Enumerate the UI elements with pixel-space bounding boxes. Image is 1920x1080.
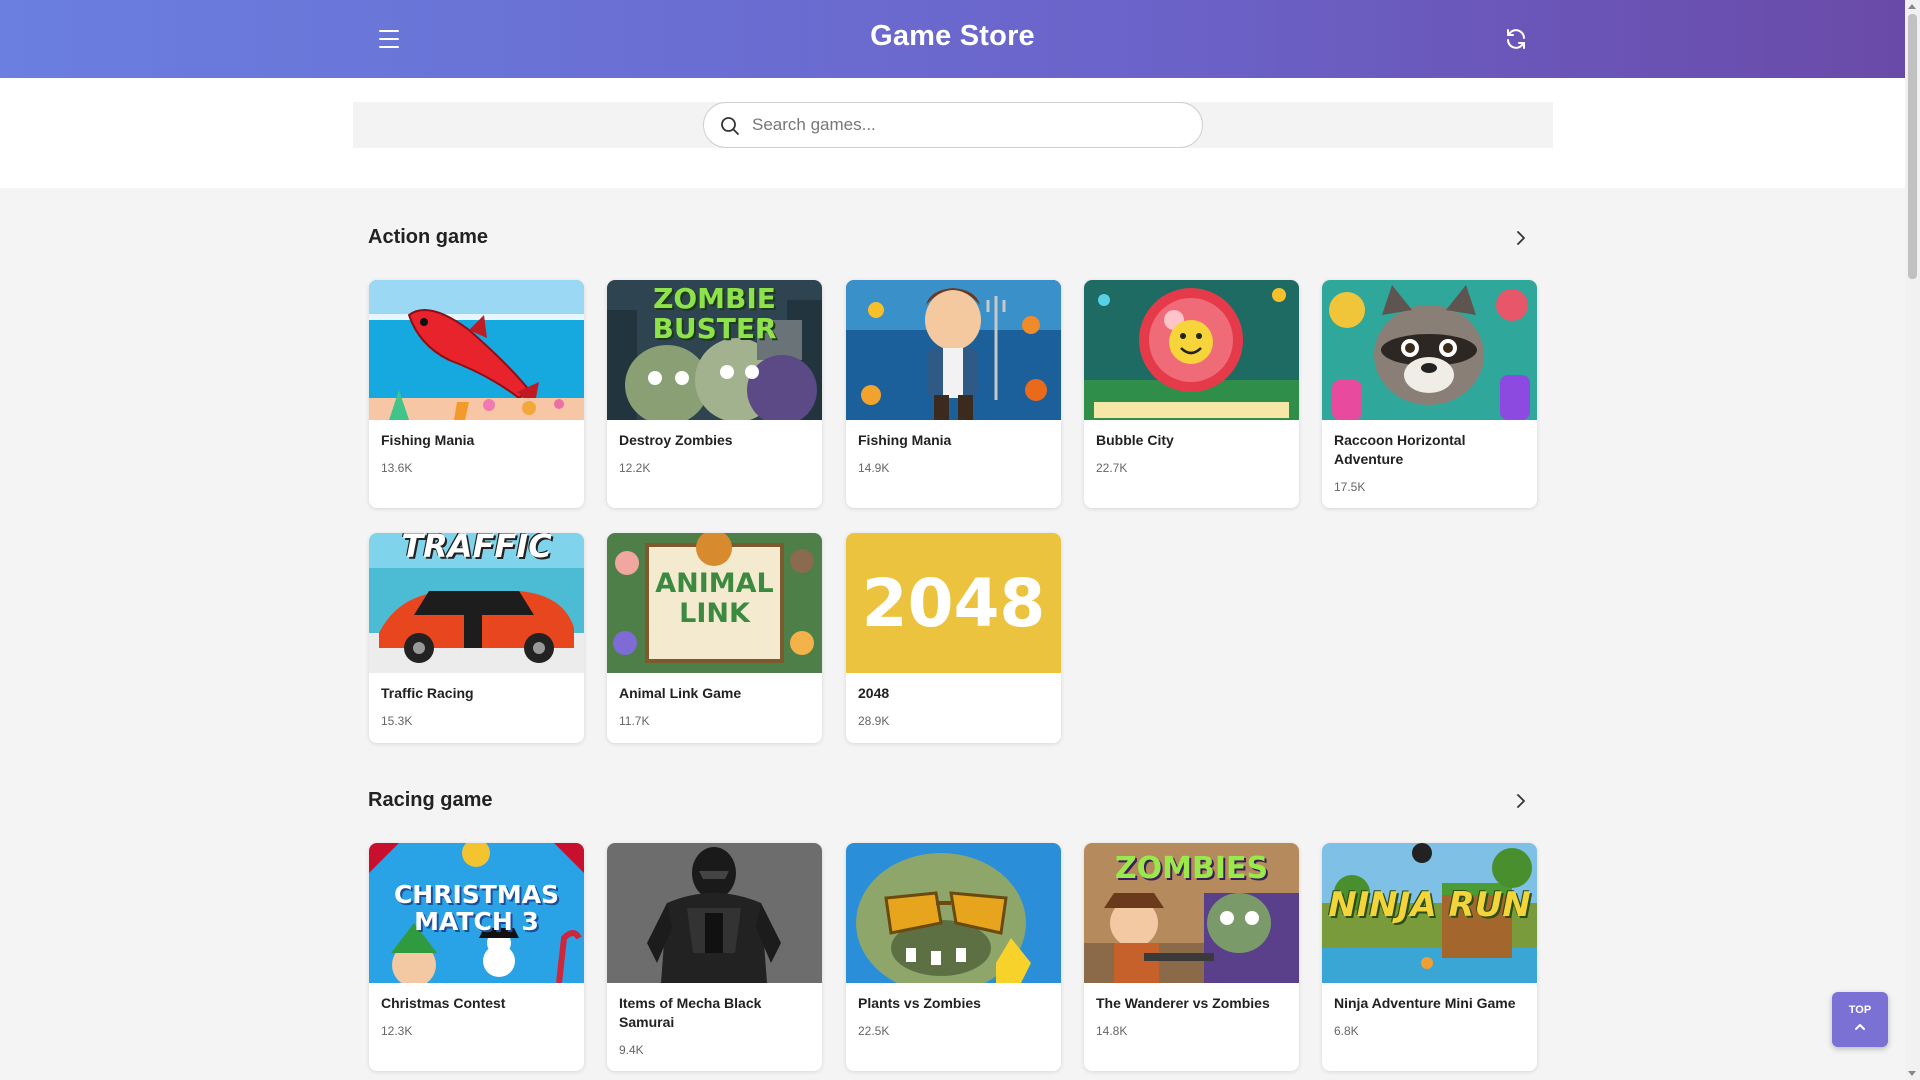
game-thumbnail: 2048 [846,533,1061,673]
search-box[interactable] [703,102,1203,148]
game-card[interactable]: Fishing Mania 13.6K [369,280,584,508]
game-plays: 13.6K [381,461,413,475]
game-name: The Wanderer vs Zombies [1096,995,1270,1011]
game-thumbnail: CHRISTMAS MATCH 3 [369,843,584,983]
game-plays: 15.3K [381,714,413,728]
game-card[interactable]: ZOMBIE BUSTER Destroy Zombies 12.2K [607,280,822,508]
game-thumbnail: NINJA RUN [1322,843,1537,983]
game-card[interactable]: Bubble City 22.7K [1084,280,1299,508]
game-thumbnail: ANIMAL LINK [607,533,822,673]
back-to-top-button[interactable]: TOP [1832,992,1888,1047]
search-section [0,78,1905,188]
thumbnail-text: 2048 [861,564,1046,642]
game-plays: 22.5K [858,1024,890,1038]
app-header: Game Store [0,0,1905,78]
chevron-up-icon [1855,1024,1865,1030]
game-card[interactable]: Fishing Mania 14.9K [846,280,1061,508]
game-name: Animal Link Game [619,685,742,701]
game-card[interactable]: NINJA RUN Ninja Adventure Mini Game 6.8K [1322,843,1537,1071]
scroll-up-arrow-icon[interactable] [1908,4,1916,9]
game-thumbnail: ZOMBIE BUSTER [607,280,822,420]
scrollbar[interactable] [1905,0,1920,1080]
game-card[interactable]: Plants vs Zombies 22.5K [846,843,1061,1071]
scroll-down-arrow-icon[interactable] [1908,1071,1916,1076]
game-plays: 22.7K [1096,461,1128,475]
game-name: Destroy Zombies [619,432,733,448]
thumbnail-text: TRAFFIC [401,533,552,565]
thumbnail-text: CHRISTMAS MATCH 3 [393,880,560,936]
game-thumbnail [1322,280,1537,420]
game-plays: 11.7K [619,714,650,728]
thumbnail-text: ZOMBIE BUSTER [652,282,777,345]
game-card[interactable]: Raccoon Horizontal Adventure 17.5K [1322,280,1537,508]
search-input[interactable] [752,103,1182,147]
game-plays: 14.8K [1096,1024,1128,1038]
game-card[interactable]: ZOMBIES The Wanderer vs Zombies 14.8K [1084,843,1299,1071]
game-name: Fishing Mania [381,432,475,448]
game-name: Items of Mecha Black Samurai [619,995,762,1030]
game-plays: 12.3K [381,1024,413,1038]
game-name: Fishing Mania [858,432,952,448]
game-thumbnail [607,843,822,983]
section-title-action: Action game [368,226,489,248]
thumbnail-text: ZOMBIES [1114,851,1269,886]
back-to-top-label: TOP [1848,1004,1872,1016]
thumbnail-text: NINJA RUN [1328,885,1531,925]
refresh-icon[interactable] [1504,27,1528,51]
game-card[interactable]: 2048 2048 28.9K [846,533,1061,743]
game-card[interactable]: Items of Mecha Black Samurai 9.4K [607,843,822,1071]
game-plays: 14.9K [858,461,890,475]
game-name: Raccoon Horizontal Adventure [1334,432,1466,467]
game-name: Plants vs Zombies [858,995,981,1011]
game-name: 2048 [858,685,890,701]
game-plays: 6.8K [1334,1024,1359,1038]
section-title-racing: Racing game [368,789,493,811]
game-thumbnail [846,843,1061,983]
game-plays: 9.4K [619,1043,644,1057]
game-name: Ninja Adventure Mini Game [1334,995,1516,1011]
game-name: Traffic Racing [381,685,474,701]
thumbnail-text: ANIMAL LINK [655,568,774,629]
game-card[interactable]: ANIMAL LINK Animal Link Game 11.7K [607,533,822,743]
search-icon [720,116,740,136]
chevron-right-icon[interactable] [1510,791,1530,811]
game-thumbnail: TRAFFIC [369,533,584,673]
game-thumbnail [846,280,1061,420]
game-card[interactable]: TRAFFIC Traffic Racing 15.3K [369,533,584,743]
search-bar-container [353,102,1553,148]
page-title: Game Store [870,20,1035,52]
game-plays: 12.2K [619,461,651,475]
game-plays: 17.5K [1334,480,1366,494]
game-name: Christmas Contest [381,995,506,1011]
game-name: Bubble City [1096,432,1174,448]
game-thumbnail: ZOMBIES [1084,843,1299,983]
game-plays: 28.9K [858,714,890,728]
chevron-right-icon[interactable] [1510,228,1530,248]
game-thumbnail [369,280,584,420]
scrollbar-thumb[interactable] [1908,14,1917,279]
game-card[interactable]: CHRISTMAS MATCH 3 Christmas Contest 12.3… [369,843,584,1071]
game-thumbnail [1084,280,1299,420]
